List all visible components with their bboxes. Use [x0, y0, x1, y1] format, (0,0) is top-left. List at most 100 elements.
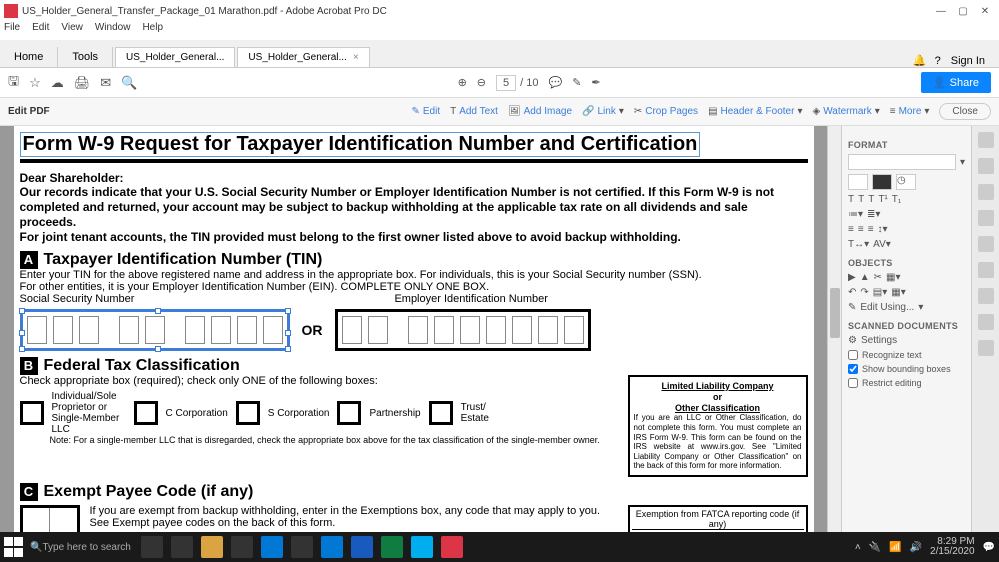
- intro-para2[interactable]: For joint tenant accounts, the TIN provi…: [20, 230, 808, 245]
- crop-tool[interactable]: ✂ Crop Pages: [634, 106, 698, 117]
- page-up-icon[interactable]: ⊕: [458, 76, 467, 89]
- search-icon[interactable]: 🔍: [121, 75, 137, 91]
- tray-notification-icon[interactable]: 💬: [983, 542, 995, 553]
- dear-line[interactable]: Dear Shareholder:: [20, 171, 808, 185]
- section-a-label[interactable]: Taxpayer Identification Number (TIN): [44, 251, 323, 269]
- rail-icon-3[interactable]: [978, 184, 994, 200]
- rotate-ccw-icon[interactable]: ↶: [848, 287, 856, 298]
- star-icon[interactable]: ☆: [29, 75, 41, 91]
- rotate-cw-icon[interactable]: ↷: [860, 287, 868, 298]
- save-icon[interactable]: 🖫: [8, 72, 19, 94]
- bold-icon[interactable]: T: [848, 194, 854, 205]
- italic-icon[interactable]: T: [858, 194, 864, 205]
- section-c-label[interactable]: Exempt Payee Code (if any): [44, 483, 254, 501]
- document-area[interactable]: Form W-9 Request for Taxpayer Identifica…: [0, 126, 827, 532]
- excel-icon[interactable]: [381, 536, 403, 558]
- flip-v-icon[interactable]: ▲: [860, 272, 870, 283]
- opt-partnership[interactable]: Partnership: [369, 408, 420, 419]
- doc-scrollbar[interactable]: [827, 126, 841, 532]
- edit-using-label[interactable]: Edit Using...: [860, 302, 914, 313]
- taskview-icon[interactable]: [171, 536, 193, 558]
- rail-icon-7[interactable]: [978, 288, 994, 304]
- replace-icon[interactable]: ▦▾: [886, 272, 900, 283]
- add-image-tool[interactable]: 🖼 Add Image: [508, 106, 572, 117]
- share-button[interactable]: 👤 Share: [921, 72, 991, 93]
- search-icon-tb[interactable]: 🔍: [30, 542, 42, 553]
- mail-app-icon[interactable]: [261, 536, 283, 558]
- more-tool[interactable]: ≡ More ▾: [890, 106, 930, 117]
- exempt-code-box[interactable]: [20, 505, 80, 532]
- word-icon[interactable]: [351, 536, 373, 558]
- notification-icon[interactable]: 🔔: [913, 54, 927, 67]
- check-trust[interactable]: [429, 401, 453, 425]
- rail-icon-1[interactable]: [978, 132, 994, 148]
- font-size[interactable]: [848, 174, 868, 190]
- sign-icon[interactable]: ✒: [591, 76, 600, 89]
- acrobat-icon[interactable]: [441, 536, 463, 558]
- menu-view[interactable]: View: [61, 22, 83, 40]
- opt-scorp[interactable]: S Corporation: [268, 408, 330, 419]
- align-left-icon[interactable]: ≡: [848, 224, 854, 235]
- restrict-checkbox[interactable]: [848, 378, 858, 388]
- opt-individual[interactable]: Individual/Sole Proprietor or Single-Mem…: [52, 391, 126, 435]
- maximize-button[interactable]: ▢: [953, 6, 973, 17]
- scrollbar-thumb[interactable]: [830, 288, 840, 338]
- tab-tools[interactable]: Tools: [58, 47, 113, 67]
- search-placeholder[interactable]: Type here to search: [42, 542, 130, 553]
- cloud-icon[interactable]: ☁: [51, 75, 64, 91]
- char-space-icon[interactable]: AV▾: [873, 239, 891, 250]
- watermark-tool[interactable]: ◈ Watermark ▾: [812, 106, 879, 117]
- header-footer-tool[interactable]: ▤ Header & Footer ▾: [708, 106, 802, 117]
- ein-label[interactable]: Employer Identification Number: [394, 293, 547, 305]
- align-center-icon[interactable]: ≡: [858, 224, 864, 235]
- print-icon[interactable]: 🖨: [74, 75, 91, 91]
- chevron-down-icon-2[interactable]: ▾: [918, 302, 923, 313]
- opt-ccorp[interactable]: C Corporation: [166, 408, 228, 419]
- start-button[interactable]: [4, 537, 24, 557]
- doc-tab-1[interactable]: US_Holder_General...: [115, 47, 235, 67]
- fatca-box[interactable]: Exemption from FATCA reporting code (if …: [628, 505, 808, 532]
- number-list-icon[interactable]: ≣▾: [867, 209, 880, 220]
- signin-link[interactable]: Sign In: [951, 55, 985, 67]
- align-obj-icon[interactable]: ▦▾: [891, 287, 905, 298]
- minimize-button[interactable]: —: [931, 6, 951, 17]
- edit-tool[interactable]: ✎ Edit: [411, 106, 440, 117]
- highlight-icon[interactable]: ✎: [572, 76, 581, 89]
- comment-icon[interactable]: 💬: [549, 76, 563, 89]
- menu-edit[interactable]: Edit: [32, 22, 49, 40]
- llc-box[interactable]: Limited Liability Company or Other Class…: [628, 375, 808, 477]
- page-down-icon[interactable]: ⊖: [477, 76, 486, 89]
- section-c-instr1[interactable]: If you are exempt from backup withholdin…: [90, 505, 618, 517]
- ssn-box[interactable]: [20, 309, 290, 351]
- flip-h-icon[interactable]: ▶: [848, 272, 856, 283]
- form-title[interactable]: Form W-9 Request for Taxpayer Identifica…: [20, 132, 808, 163]
- menu-window[interactable]: Window: [95, 22, 131, 40]
- menu-help[interactable]: Help: [142, 22, 163, 40]
- recognize-checkbox[interactable]: [848, 350, 858, 360]
- settings-label[interactable]: Settings: [861, 335, 897, 346]
- blizzard-icon[interactable]: [411, 536, 433, 558]
- tray-power-icon[interactable]: 🔌: [869, 542, 881, 553]
- tray-date[interactable]: 2/15/2020: [930, 547, 975, 557]
- rail-icon-6[interactable]: [978, 262, 994, 278]
- rail-icon-8[interactable]: [978, 314, 994, 330]
- ssn-label[interactable]: Social Security Number: [20, 293, 135, 305]
- horiz-scale-icon[interactable]: T↔▾: [848, 239, 869, 250]
- check-partnership[interactable]: [337, 401, 361, 425]
- cortana-icon[interactable]: [141, 536, 163, 558]
- rail-icon-5[interactable]: [978, 236, 994, 252]
- close-window-button[interactable]: ✕: [975, 6, 995, 17]
- sub-icon[interactable]: T₁: [892, 194, 901, 205]
- font-color[interactable]: [872, 174, 892, 190]
- bounding-checkbox[interactable]: [848, 364, 858, 374]
- section-a-instr2[interactable]: For other entities, it is your Employer …: [20, 281, 808, 293]
- check-ccorp[interactable]: [134, 401, 158, 425]
- chrome-icon[interactable]: [291, 536, 313, 558]
- tab-home[interactable]: Home: [0, 47, 58, 67]
- mail-icon[interactable]: ✉: [100, 75, 111, 91]
- tray-wifi-icon[interactable]: 📶: [889, 542, 901, 553]
- ein-box[interactable]: [335, 309, 591, 351]
- section-a-instr1[interactable]: Enter your TIN for the above registered …: [20, 269, 808, 281]
- underline-icon[interactable]: T: [868, 194, 874, 205]
- section-b-note[interactable]: Note: For a single-member LLC that is di…: [50, 435, 620, 445]
